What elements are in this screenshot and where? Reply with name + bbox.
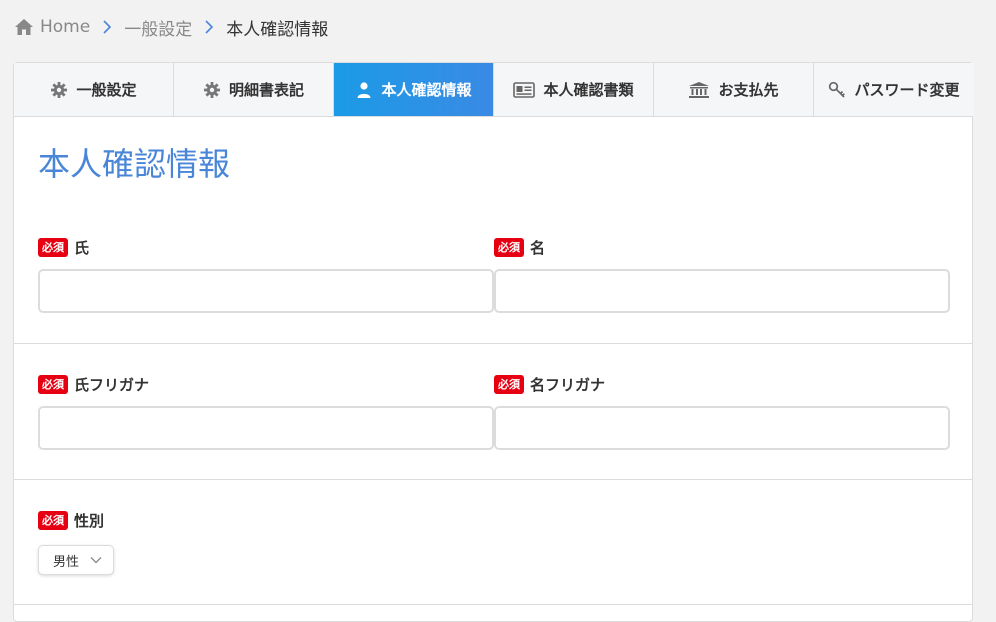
first-name-kana-label: 必須 名フリガナ bbox=[494, 373, 950, 395]
gender-label-text: 性別 bbox=[74, 511, 105, 530]
chevron-right-icon bbox=[98, 18, 116, 36]
last-name-kana-label: 必須 氏フリガナ bbox=[38, 373, 494, 395]
tab-payee[interactable]: お支払先 bbox=[654, 63, 814, 116]
first-name-kana-field: 必須 名フリガナ bbox=[494, 373, 950, 450]
gear-icon bbox=[50, 81, 68, 99]
required-badge: 必須 bbox=[38, 510, 68, 530]
required-badge: 必須 bbox=[494, 374, 524, 394]
last-name-kana-input[interactable] bbox=[38, 406, 494, 450]
breadcrumb-home-link[interactable]: Home bbox=[40, 17, 90, 37]
first-name-kana-input[interactable] bbox=[494, 406, 950, 450]
key-icon bbox=[828, 81, 846, 99]
last-name-kana-label-text: 氏フリガナ bbox=[74, 375, 150, 394]
user-icon bbox=[355, 81, 373, 99]
settings-card: 一般設定 明細書表記 本人確認情報 本人確認書類 お支払先 パスワード変更 本人… bbox=[13, 62, 974, 622]
last-name-label: 必須 氏 bbox=[38, 236, 494, 258]
tab-label: 本人確認情報 bbox=[381, 81, 472, 99]
chevron-right-icon bbox=[200, 18, 218, 36]
tab-general-settings[interactable]: 一般設定 bbox=[14, 63, 174, 116]
gear-icon bbox=[203, 81, 221, 99]
gender-section: 必須 性別 男性 bbox=[14, 479, 972, 605]
first-name-input[interactable] bbox=[494, 269, 950, 313]
last-name-label-text: 氏 bbox=[74, 238, 90, 257]
name-section: 必須 氏 必須 名 bbox=[14, 116, 972, 344]
tab-label: 明細書表記 bbox=[228, 81, 304, 99]
tab-label: お支払先 bbox=[718, 81, 779, 99]
chevron-down-icon bbox=[89, 553, 103, 567]
required-badge: 必須 bbox=[494, 237, 524, 257]
last-name-kana-field: 必須 氏フリガナ bbox=[38, 373, 494, 450]
home-icon[interactable] bbox=[14, 17, 34, 37]
tab-label: 一般設定 bbox=[76, 81, 137, 99]
breadcrumb-current: 本人確認情報 bbox=[226, 19, 329, 40]
tab-label: パスワード変更 bbox=[854, 81, 960, 99]
first-name-label-text: 名 bbox=[530, 238, 546, 257]
gender-select-value: 男性 bbox=[53, 554, 80, 570]
required-badge: 必須 bbox=[38, 374, 68, 394]
kana-section: 必須 氏フリガナ 必須 名フリガナ bbox=[14, 343, 972, 480]
breadcrumb: Home 一般設定 本人確認情報 bbox=[14, 14, 328, 40]
tab-statement-notation[interactable]: 明細書表記 bbox=[174, 63, 334, 116]
first-name-kana-label-text: 名フリガナ bbox=[530, 375, 606, 394]
required-badge: 必須 bbox=[38, 237, 68, 257]
gender-label: 必須 性別 bbox=[38, 509, 494, 531]
first-name-label: 必須 名 bbox=[494, 236, 950, 258]
tab-label: 本人確認書類 bbox=[543, 81, 634, 99]
tab-identity-documents[interactable]: 本人確認書類 bbox=[494, 63, 654, 116]
gender-field: 必須 性別 男性 bbox=[38, 509, 494, 575]
settings-tabs: 一般設定 明細書表記 本人確認情報 本人確認書類 お支払先 パスワード変更 bbox=[14, 63, 974, 117]
first-name-field: 必須 名 bbox=[494, 236, 950, 313]
last-name-field: 必須 氏 bbox=[38, 236, 494, 313]
last-name-input[interactable] bbox=[38, 269, 494, 313]
tab-identity-info[interactable]: 本人確認情報 bbox=[334, 63, 494, 116]
tab-password-change[interactable]: パスワード変更 bbox=[814, 63, 974, 116]
gender-select[interactable]: 男性 bbox=[38, 545, 114, 575]
id-card-icon bbox=[513, 81, 536, 99]
bank-icon bbox=[688, 81, 710, 99]
breadcrumb-general-settings-link[interactable]: 一般設定 bbox=[124, 15, 192, 40]
